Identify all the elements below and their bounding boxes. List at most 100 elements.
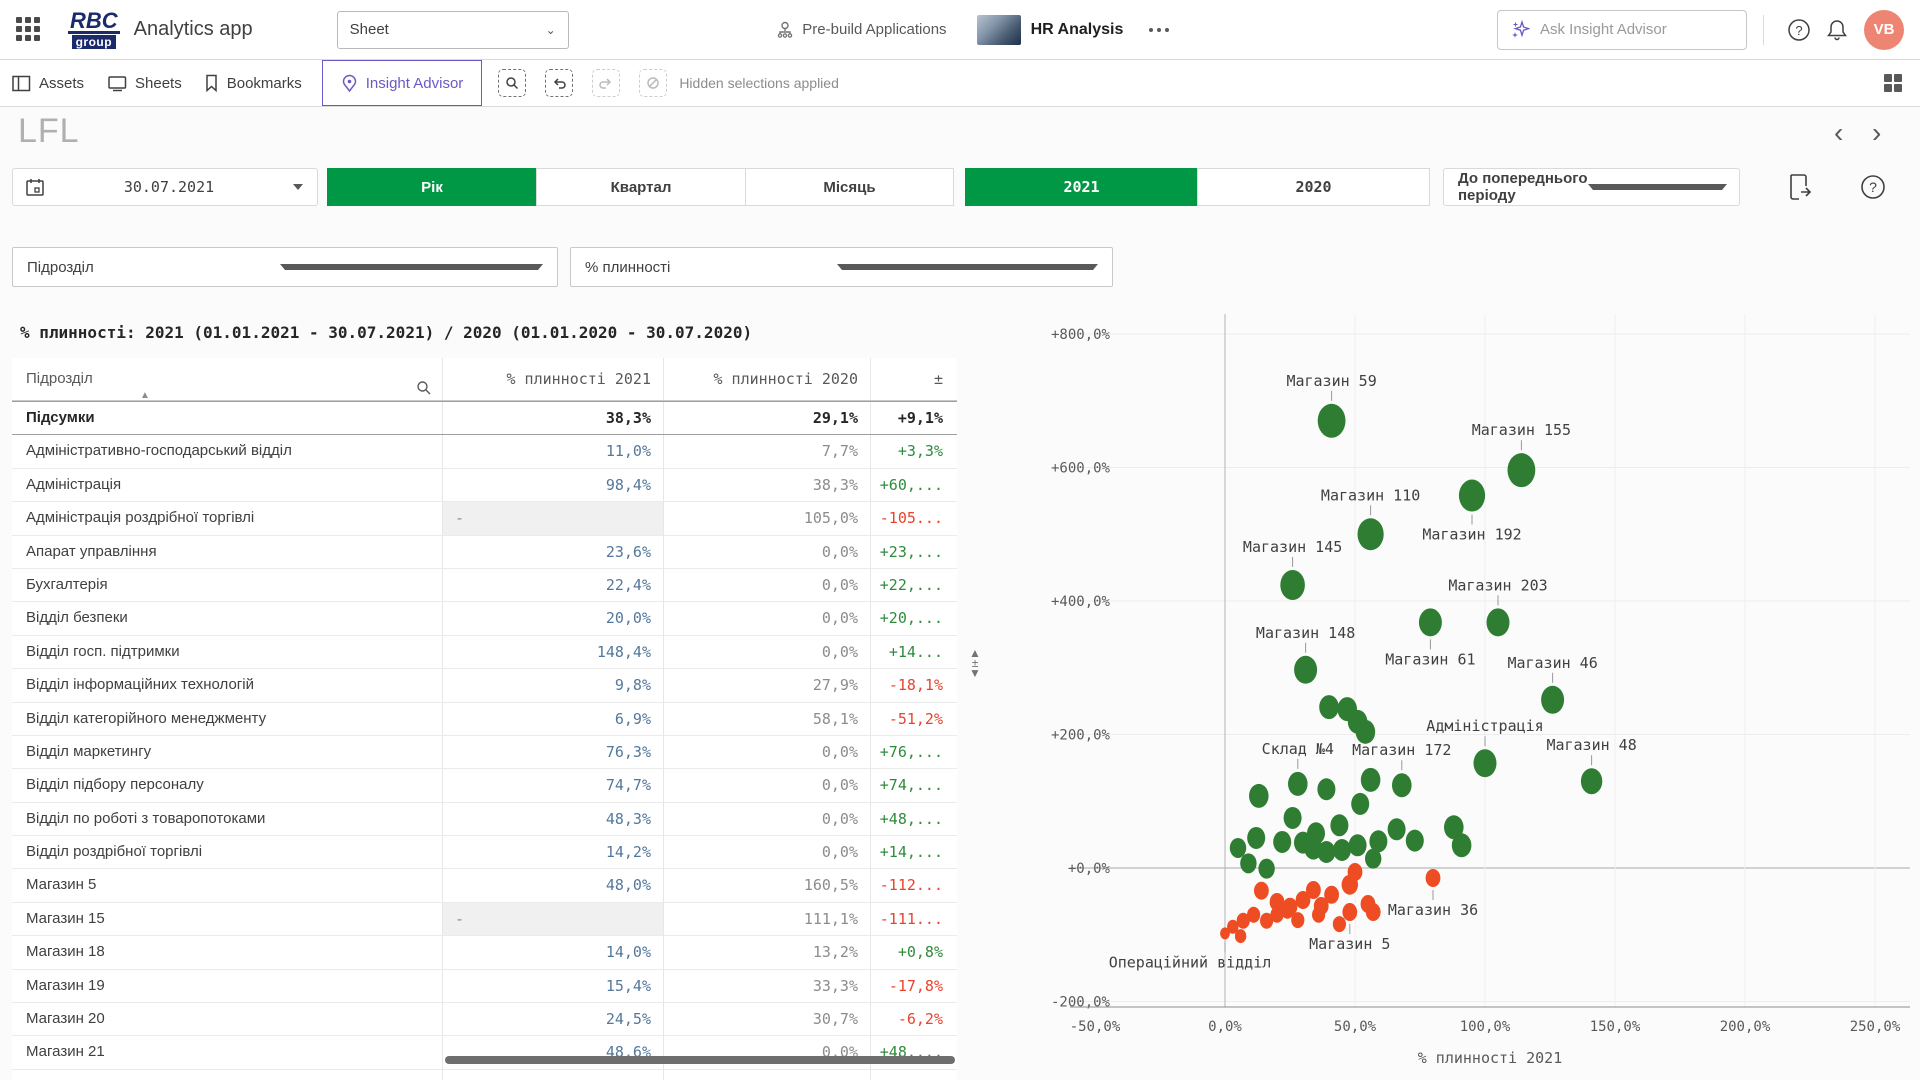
data-point[interactable]: [1306, 881, 1321, 899]
data-point[interactable]: [1365, 849, 1381, 869]
data-point[interactable]: [1581, 768, 1602, 794]
year-button-2020[interactable]: 2020: [1197, 168, 1430, 206]
data-point[interactable]: [1459, 480, 1485, 512]
data-point[interactable]: [1392, 773, 1412, 797]
insight-advisor-button[interactable]: Insight Advisor: [322, 60, 483, 106]
data-point[interactable]: [1388, 818, 1406, 840]
current-app[interactable]: HR Analysis: [977, 15, 1124, 45]
table-row[interactable]: Магазин 2024,5%30,7%-6,2%: [12, 1003, 957, 1036]
table-row[interactable]: Відділ госп. підтримки148,4%0,0%+14...: [12, 636, 957, 669]
period-button-month[interactable]: Місяць: [745, 168, 954, 206]
period-button-year[interactable]: Рік: [327, 168, 537, 206]
data-point[interactable]: [1317, 841, 1335, 863]
table-row[interactable]: Підсумки38,3%29,1%+9,1%: [12, 401, 957, 435]
data-point[interactable]: [1235, 929, 1246, 943]
table-row[interactable]: Відділ безпеки20,0%0,0%+20,...: [12, 602, 957, 635]
table-row[interactable]: Апарат управління23,6%0,0%+23,...: [12, 536, 957, 569]
table-row[interactable]: Відділ маркетингу76,3%0,0%+76,...: [12, 736, 957, 769]
table-row[interactable]: Відділ підбору персоналу74,7%0,0%+74,...: [12, 769, 957, 802]
data-point[interactable]: [1406, 830, 1424, 852]
table-row[interactable]: Магазин 1814,0%13,2%+0,8%: [12, 936, 957, 969]
prebuild-applications-link[interactable]: Pre-build Applications: [776, 21, 946, 39]
table-row[interactable]: Адміністративно-господарський відділ11,0…: [12, 435, 957, 468]
date-filter[interactable]: 30.07.2021: [12, 168, 318, 206]
data-point[interactable]: [1349, 834, 1367, 856]
data-point[interactable]: [1240, 853, 1256, 873]
data-point[interactable]: [1351, 793, 1369, 815]
next-sheet-button[interactable]: ›: [1872, 116, 1881, 150]
data-point[interactable]: [1348, 863, 1363, 881]
data-point[interactable]: [1358, 518, 1384, 550]
data-point[interactable]: [1247, 907, 1260, 923]
data-point[interactable]: [1247, 827, 1265, 849]
year-button-2021[interactable]: 2021: [965, 168, 1198, 206]
table-row[interactable]: Адміністрація роздрібної торгівлі-105,0%…: [12, 502, 957, 535]
data-point[interactable]: [1342, 903, 1357, 921]
data-point[interactable]: [1324, 886, 1339, 904]
horizontal-scrollbar[interactable]: [445, 1056, 955, 1064]
table-row[interactable]: Відділ роздрібної торгівлі14,2%0,0%+14,.…: [12, 836, 957, 869]
measure-select[interactable]: % плинності: [570, 247, 1113, 287]
table-row[interactable]: Магазин 548,0%160,5%-112...: [12, 869, 957, 902]
period-button-quarter[interactable]: Квартал: [536, 168, 746, 206]
data-point[interactable]: [1307, 822, 1325, 844]
data-point[interactable]: [1318, 404, 1346, 438]
data-point[interactable]: [1487, 608, 1510, 636]
data-point[interactable]: [1356, 720, 1376, 744]
table-row[interactable]: Відділ інформаційних технологій9,8%27,9%…: [12, 669, 957, 702]
table-row[interactable]: Магазин 240,0%14,1%-14,1%: [12, 1070, 957, 1080]
data-point[interactable]: [1288, 772, 1308, 796]
data-point[interactable]: [1361, 768, 1381, 792]
table-row[interactable]: Бухгалтерія22,4%0,0%+22,...: [12, 569, 957, 602]
data-point[interactable]: [1541, 686, 1564, 714]
axis-scroll-icon[interactable]: ▲±▼: [964, 648, 986, 678]
column-header-diff[interactable]: ±: [870, 358, 957, 400]
table-row[interactable]: Відділ по роботі з товаропотоками48,3%0,…: [12, 803, 957, 836]
data-point[interactable]: [1474, 749, 1497, 777]
table-row[interactable]: Відділ категорійного менеджменту6,9%58,1…: [12, 703, 957, 736]
data-point[interactable]: [1333, 839, 1351, 861]
data-point[interactable]: [1258, 859, 1274, 879]
sheet-overview-icon[interactable]: [1884, 74, 1902, 92]
assets-button[interactable]: Assets: [12, 75, 84, 92]
smart-search-button[interactable]: [498, 69, 526, 97]
table-row[interactable]: Магазин 15-111,1%-111...: [12, 903, 957, 936]
data-point[interactable]: [1333, 916, 1346, 932]
sheet-selector-dropdown[interactable]: Sheet ⌄: [337, 11, 569, 49]
data-point[interactable]: [1508, 453, 1536, 487]
table-row[interactable]: Магазин 1915,4%33,3%-17,8%: [12, 970, 957, 1003]
column-header-2020[interactable]: % плинності 2020: [663, 358, 870, 400]
user-avatar[interactable]: VB: [1864, 10, 1904, 50]
step-back-button[interactable]: [545, 69, 573, 97]
data-point[interactable]: [1273, 831, 1291, 853]
data-point[interactable]: [1419, 608, 1442, 636]
sheet-help-button[interactable]: ?: [1858, 172, 1888, 207]
data-point[interactable]: [1452, 833, 1472, 857]
data-point[interactable]: [1366, 903, 1381, 921]
column-search-icon[interactable]: [416, 371, 432, 400]
data-point[interactable]: [1254, 882, 1269, 900]
dimension-select[interactable]: Підрозділ: [12, 247, 558, 287]
notifications-button[interactable]: [1820, 13, 1854, 47]
column-header-department[interactable]: Підрозділ ▲: [12, 358, 442, 400]
more-menu-icon[interactable]: [1143, 22, 1175, 38]
column-header-2021[interactable]: % плинності 2021: [442, 358, 663, 400]
compare-mode-dropdown[interactable]: До попереднього періоду: [1443, 168, 1740, 206]
sheets-button[interactable]: Sheets: [108, 75, 182, 92]
data-point[interactable]: [1317, 778, 1335, 800]
scatter-chart[interactable]: +800,0%+600,0%+400,0%+200,0%+0,0%-200,0%…: [960, 300, 1920, 1080]
table-row[interactable]: Магазин 2148,6%0,0%+48,...: [12, 1036, 957, 1069]
data-point[interactable]: [1294, 656, 1317, 684]
data-point[interactable]: [1284, 807, 1302, 829]
insight-advisor-search-input[interactable]: Ask Insight Advisor: [1497, 10, 1747, 50]
data-point[interactable]: [1319, 695, 1339, 719]
selections-tool-button[interactable]: [1785, 172, 1813, 207]
app-launcher-icon[interactable]: [16, 17, 42, 43]
data-point[interactable]: [1249, 784, 1269, 808]
table-row[interactable]: Адміністрація98,4%38,3%+60,...: [12, 469, 957, 502]
data-point[interactable]: [1291, 912, 1304, 928]
data-point[interactable]: [1230, 838, 1246, 858]
data-point[interactable]: [1426, 869, 1441, 887]
previous-sheet-button[interactable]: ‹: [1834, 116, 1843, 150]
data-point[interactable]: [1280, 570, 1305, 600]
